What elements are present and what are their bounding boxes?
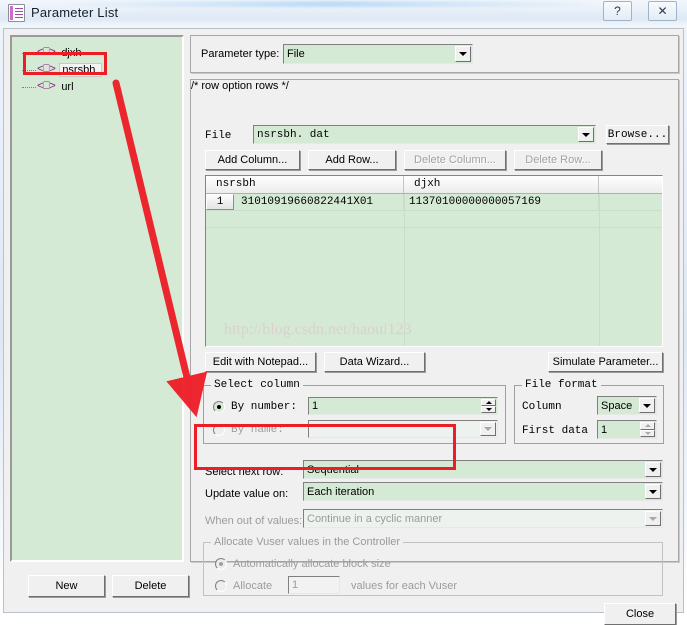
when-out-of-values-label: When out of values: — [205, 515, 303, 527]
add-column-button[interactable]: Add Column... — [205, 150, 300, 170]
chevron-down-icon — [645, 511, 661, 526]
table-row-empty[interactable] — [206, 211, 662, 228]
window-close-button[interactable]: ✕ — [648, 1, 677, 21]
file-path-value: nsrsbh. dat — [257, 128, 330, 141]
tree-connector — [22, 86, 36, 89]
chevron-down-icon[interactable] — [455, 46, 471, 62]
auto-allocate-radio — [215, 558, 227, 570]
dialog-client-area: <⎕> djxh <⎕> nsrsbh <⎕> url Parameter ty… — [3, 28, 684, 625]
file-path-combo[interactable]: nsrsbh. dat — [253, 125, 596, 144]
window-titlebar: Parameter List ? ✕ — [0, 0, 687, 27]
tree-item-url[interactable]: <⎕> url — [22, 79, 76, 94]
by-name-label: By name: — [231, 424, 284, 436]
parameter-icon: <⎕> — [37, 63, 56, 76]
watermark-text: http://blog.csdn.net/haoui123 — [224, 321, 412, 338]
column-separator-combo[interactable]: Space — [597, 396, 657, 415]
allocate-group-title: Allocate Vuser values in the Controller — [211, 536, 404, 548]
titlebar-glow — [60, 1, 600, 7]
first-data-value: 1 — [601, 423, 608, 436]
row-number[interactable]: 1 — [206, 194, 234, 210]
chevron-down-icon[interactable] — [645, 484, 661, 499]
cell-nsrsbh[interactable]: 31010919660822441X01 — [236, 194, 404, 210]
spinner-control[interactable] — [481, 399, 496, 413]
by-name-radio[interactable] — [213, 424, 225, 436]
select-next-row-combo[interactable]: Sequential — [303, 460, 663, 479]
delete-button[interactable]: Delete — [112, 575, 189, 597]
spinner-control[interactable] — [640, 422, 655, 437]
parameter-list-window: Parameter List ? ✕ <⎕> djxh <⎕> nsrsbh <… — [0, 0, 687, 625]
grid-column-header-empty[interactable] — [599, 176, 662, 193]
allocate-label: Allocate — [233, 580, 273, 592]
by-number-label: By number: — [231, 401, 298, 413]
first-data-input[interactable]: 1 — [597, 420, 657, 439]
grid-column-header-djxh[interactable]: djxh — [404, 176, 599, 193]
window-title: Parameter List — [31, 5, 119, 20]
allocate-suffix-label: values for each Vuser — [351, 580, 457, 592]
tree-item-label-selected: nsrsbh — [59, 62, 103, 77]
new-button[interactable]: New — [28, 575, 105, 597]
select-next-row-label: Select next row: — [205, 466, 284, 478]
auto-allocate-label: Automatically allocate block size — [233, 558, 391, 570]
tree-item-nsrsbh[interactable]: <⎕> nsrsbh — [22, 62, 103, 77]
chevron-down-icon[interactable] — [639, 398, 655, 413]
table-row[interactable]: 1 31010919660822441X01 11370100000000057… — [206, 194, 662, 211]
tree-connector — [22, 52, 36, 55]
grid-header-row: nsrsbh djxh — [206, 176, 662, 194]
data-wizard-button[interactable]: Data Wizard... — [324, 352, 425, 372]
close-button[interactable]: Close — [604, 603, 676, 625]
cell-djxh[interactable]: 11370100000000057169 — [404, 194, 599, 210]
parameter-type-value: File — [287, 48, 305, 60]
edit-with-notepad-button[interactable]: Edit with Notepad... — [205, 352, 316, 372]
file-format-title: File format — [522, 379, 601, 391]
parameter-type-label: Parameter type: — [201, 48, 280, 60]
chevron-down-icon — [480, 422, 496, 436]
select-column-title: Select column — [211, 379, 303, 391]
when-out-of-values-value: Continue in a cyclic manner — [307, 512, 443, 525]
when-out-of-values-combo: Continue in a cyclic manner — [303, 509, 663, 528]
by-number-radio[interactable] — [213, 401, 225, 413]
update-value-on-value: Each iteration — [307, 485, 375, 498]
help-button[interactable]: ? — [603, 1, 632, 21]
select-next-row-value: Sequential — [307, 463, 359, 476]
allocate-value-input: 1 — [288, 576, 340, 594]
tree-item-label: djxh — [61, 46, 82, 59]
update-value-on-combo[interactable]: Each iteration — [303, 482, 663, 501]
delete-column-button: Delete Column... — [404, 150, 506, 170]
column-separator-value: Space — [601, 399, 633, 412]
column-number-value: 1 — [312, 400, 319, 412]
document-icon — [8, 4, 25, 22]
chevron-down-icon[interactable] — [578, 127, 594, 142]
tree-item-label: url — [61, 80, 74, 93]
first-data-label: First data — [522, 425, 589, 437]
tree-connector — [22, 69, 36, 72]
column-name-combo — [308, 420, 498, 438]
column-format-label: Column — [522, 401, 562, 413]
update-value-on-label: Update value on: — [205, 488, 289, 500]
parameter-icon: <⎕> — [37, 46, 56, 59]
parameter-icon: <⎕> — [37, 80, 56, 93]
file-label: File — [205, 130, 232, 142]
manual-allocate-radio — [215, 580, 227, 592]
parameter-data-grid[interactable]: nsrsbh djxh 1 31010919660822441X01 11370… — [205, 175, 663, 347]
simulate-parameter-button[interactable]: Simulate Parameter... — [548, 352, 663, 372]
column-number-input[interactable]: 1 — [308, 397, 498, 415]
delete-row-button: Delete Row... — [514, 150, 602, 170]
parameter-details-pane: Parameter type: File File nsrsbh. dat Br… — [190, 35, 679, 596]
cell-empty[interactable] — [599, 194, 662, 210]
grid-column-header-nsrsbh[interactable]: nsrsbh — [206, 176, 404, 193]
chevron-down-icon[interactable] — [645, 462, 661, 477]
parameter-type-group: Parameter type: File — [190, 35, 679, 73]
file-settings-group: File nsrsbh. dat Browse... Add Column...… — [190, 79, 679, 596]
browse-button[interactable]: Browse... — [606, 125, 669, 144]
allocate-value: 1 — [292, 579, 299, 591]
tree-item-djxh[interactable]: <⎕> djxh — [22, 45, 84, 60]
parameter-tree[interactable]: <⎕> djxh <⎕> nsrsbh <⎕> url — [10, 35, 184, 562]
add-row-button[interactable]: Add Row... — [308, 150, 396, 170]
parameter-type-combo[interactable]: File — [283, 44, 473, 64]
